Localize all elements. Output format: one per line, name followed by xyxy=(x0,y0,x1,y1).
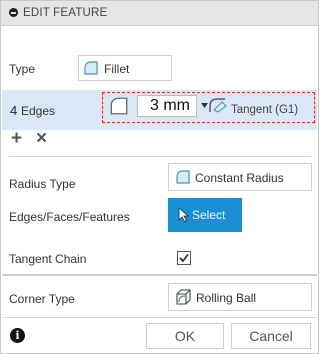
fillet-icon[interactable] xyxy=(110,97,128,115)
chevron-down-icon[interactable] xyxy=(201,103,208,108)
tangent-chain-label: Tangent Chain xyxy=(9,252,87,266)
radius-input[interactable]: 3 mm xyxy=(137,95,197,117)
edges-label: Edges xyxy=(21,104,56,118)
dialog-title: EDIT FEATURE xyxy=(23,7,108,19)
rolling-ball-icon xyxy=(176,289,191,305)
edges-faces-label: Edges/Faces/Features xyxy=(9,210,130,224)
radius-type-label: Radius Type xyxy=(9,177,76,191)
divider xyxy=(9,156,311,157)
corner-type-label: Corner Type xyxy=(9,292,75,306)
select-button[interactable]: Select xyxy=(168,198,242,232)
edges-count: 4 xyxy=(10,103,18,118)
type-value: Fillet xyxy=(104,62,130,76)
divider xyxy=(2,317,317,318)
corner-type-selector[interactable]: Rolling Ball xyxy=(168,283,312,311)
divider xyxy=(2,274,317,276)
radius-type-selector[interactable]: Constant Radius xyxy=(168,163,312,191)
cursor-arrow-icon xyxy=(178,207,189,222)
ok-button[interactable]: OK xyxy=(146,323,224,349)
constant-radius-icon xyxy=(176,170,190,184)
dialog-header[interactable]: EDIT FEATURE xyxy=(1,1,318,26)
info-icon[interactable]: i xyxy=(10,328,25,343)
select-button-label: Select xyxy=(192,208,226,222)
cancel-button[interactable]: Cancel xyxy=(231,323,311,349)
type-selector[interactable]: Fillet xyxy=(78,55,172,81)
corner-type-value: Rolling Ball xyxy=(196,291,257,305)
tangent-continuity-icon[interactable] xyxy=(208,96,228,114)
continuity-value[interactable]: Tangent (G1) xyxy=(231,104,298,116)
add-icon[interactable]: + xyxy=(11,128,22,150)
fillet-icon xyxy=(84,61,98,75)
tangent-chain-checkbox[interactable] xyxy=(177,251,191,265)
collapse-icon[interactable] xyxy=(9,8,18,17)
remove-icon[interactable]: × xyxy=(36,128,47,150)
edit-feature-dialog: EDIT FEATURE Type Fillet 4 Edges 3 mm Ta… xyxy=(0,0,319,354)
type-label: Type xyxy=(9,62,36,76)
checkmark-icon xyxy=(179,254,189,263)
radius-type-value: Constant Radius xyxy=(195,171,284,185)
